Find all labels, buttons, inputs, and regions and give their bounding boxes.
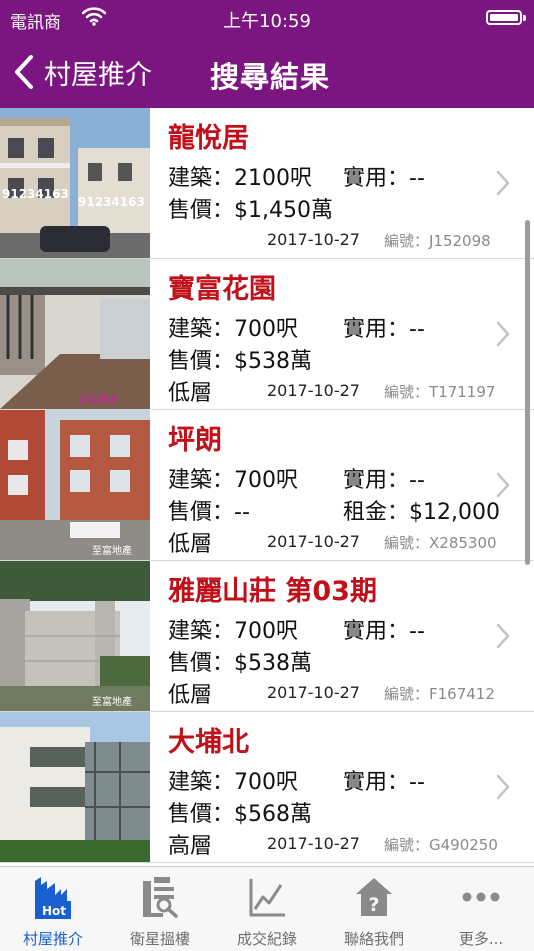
listing-area: 建築：700呎	[168, 317, 298, 342]
tab-label: 村屋推介	[22, 930, 83, 948]
listing-code: 編號：G490250	[384, 836, 498, 854]
listing-name: 坪朗	[168, 425, 222, 456]
listing-photo: 至富地產	[0, 410, 150, 560]
chevron-right-icon	[496, 774, 510, 800]
tab-village-house[interactable]: Hot 村屋推介	[0, 867, 106, 951]
listing-date: 2017-10-27	[267, 683, 360, 702]
battery-icon	[486, 10, 522, 25]
photo-watermark-text: 91234163	[78, 195, 145, 209]
listing-date: 2017-10-27	[267, 834, 360, 853]
listing-price: 售價：$538萬	[168, 349, 312, 374]
chevron-right-icon	[496, 170, 510, 196]
status-bar: 電訊商 上午10:59	[0, 0, 534, 36]
listing-name: 龍悅居	[168, 123, 249, 154]
page-title: 搜尋結果	[210, 60, 331, 94]
listing-code: 編號：X285300	[384, 534, 497, 552]
listing-area: 建築：2100呎	[168, 166, 312, 191]
tab-label: 成交紀錄	[236, 930, 297, 948]
listing-price: 售價：$1,450萬	[168, 198, 333, 223]
scrollbar-thumb[interactable]	[525, 220, 530, 565]
listing-row[interactable]: 至富地產 坪朗 建築：700呎 實用：-- 售價：-- 租金：$12,000 低…	[0, 410, 534, 561]
listing-usable: 實用：--	[343, 317, 425, 342]
listing-code: 編號：J152098	[384, 232, 491, 250]
listing-name: 雅麗山莊 第03期	[168, 576, 377, 607]
tab-label: 更多...	[458, 930, 504, 948]
hot-buildings-icon: Hot	[35, 877, 71, 919]
listing-usable: 實用：--	[343, 166, 425, 191]
battery-cap	[523, 15, 526, 21]
listing-photo: 91234163 91234163	[0, 108, 150, 258]
listing-price: 售價：$538萬	[168, 651, 312, 676]
tab-label: 聯絡我們	[343, 930, 404, 948]
listing-row[interactable]: 至富地產 雅麗山莊 第03期 建築：700呎 實用：-- 售價：$538萬 低層…	[0, 561, 534, 712]
photo-watermark-text: 91234163	[2, 187, 69, 201]
tab-contact[interactable]: ? 聯絡我們	[321, 867, 427, 951]
tab-bar: Hot 村屋推介 衛星搵樓 成交紀錄 ? 聯絡我們 更多...	[0, 866, 534, 951]
navigation-bar: 村屋推介 搜尋結果	[0, 36, 534, 108]
tab-more[interactable]: 更多...	[428, 867, 534, 951]
status-time: 上午10:59	[223, 11, 311, 32]
tab-label: 衛星搵樓	[129, 930, 190, 948]
listing-photo: 至富地產	[0, 561, 150, 711]
more-dots-icon	[462, 892, 500, 902]
listing-usable: 實用：--	[343, 468, 425, 493]
back-button[interactable]: 村屋推介	[12, 50, 152, 94]
listing-floor: 低層	[168, 683, 213, 708]
listing-date: 2017-10-27	[267, 230, 360, 249]
listing-list[interactable]: 91234163 91234163 龍悅居 建築：2100呎 實用：-- 售價：…	[0, 108, 534, 866]
listing-date: 2017-10-27	[267, 381, 360, 400]
listing-name: 大埔北	[168, 727, 249, 758]
line-chart-icon	[249, 879, 285, 917]
listing-photo	[0, 712, 150, 862]
svg-text:?: ?	[368, 894, 379, 916]
chevron-left-icon	[15, 55, 33, 89]
listing-code: 編號：F167412	[384, 685, 495, 703]
listing-floor: 低層	[168, 532, 213, 557]
listing-price: 售價：$568萬	[168, 802, 312, 827]
listing-area: 建築：700呎	[168, 468, 298, 493]
listing-name: 寶富花園	[168, 274, 276, 305]
house-question-icon: ?	[356, 878, 392, 916]
listing-rent: 租金：$12,000	[343, 500, 500, 525]
back-button-label: 村屋推介	[44, 59, 152, 91]
chevron-right-icon	[496, 321, 510, 347]
photo-watermark-text: 至富地產	[92, 544, 132, 557]
satellite-search-icon	[143, 877, 178, 918]
listing-row[interactable]: 大埔北 建築：700呎 實用：-- 售價：$568萬 高層 2017-10-27…	[0, 712, 534, 863]
listing-usable: 實用：--	[343, 619, 425, 644]
listing-usable: 實用：--	[343, 770, 425, 795]
listing-row[interactable]: 91234163 91234163 龍悅居 建築：2100呎 實用：-- 售價：…	[0, 108, 534, 259]
photo-watermark-text: 至富地產	[78, 393, 118, 406]
listing-floor: 高層	[168, 834, 213, 859]
listing-photo: 至富地產	[0, 259, 150, 409]
listing-floor: 低層	[168, 381, 213, 406]
tab-satellite-search[interactable]: 衛星搵樓	[107, 867, 213, 951]
chevron-right-icon	[496, 472, 510, 498]
listing-row[interactable]: 至富地產 寶富花園 建築：700呎 實用：-- 售價：$538萬 低層 2017…	[0, 259, 534, 410]
listing-area: 建築：700呎	[168, 619, 298, 644]
svg-text:Hot: Hot	[42, 904, 66, 918]
listing-code: 編號：T171197	[384, 383, 496, 401]
listing-area: 建築：700呎	[168, 770, 298, 795]
tab-transactions[interactable]: 成交紀錄	[214, 867, 320, 951]
listing-price: 售價：--	[168, 500, 250, 525]
chevron-right-icon	[496, 623, 510, 649]
listing-date: 2017-10-27	[267, 532, 360, 551]
photo-watermark-text: 至富地產	[92, 695, 132, 708]
